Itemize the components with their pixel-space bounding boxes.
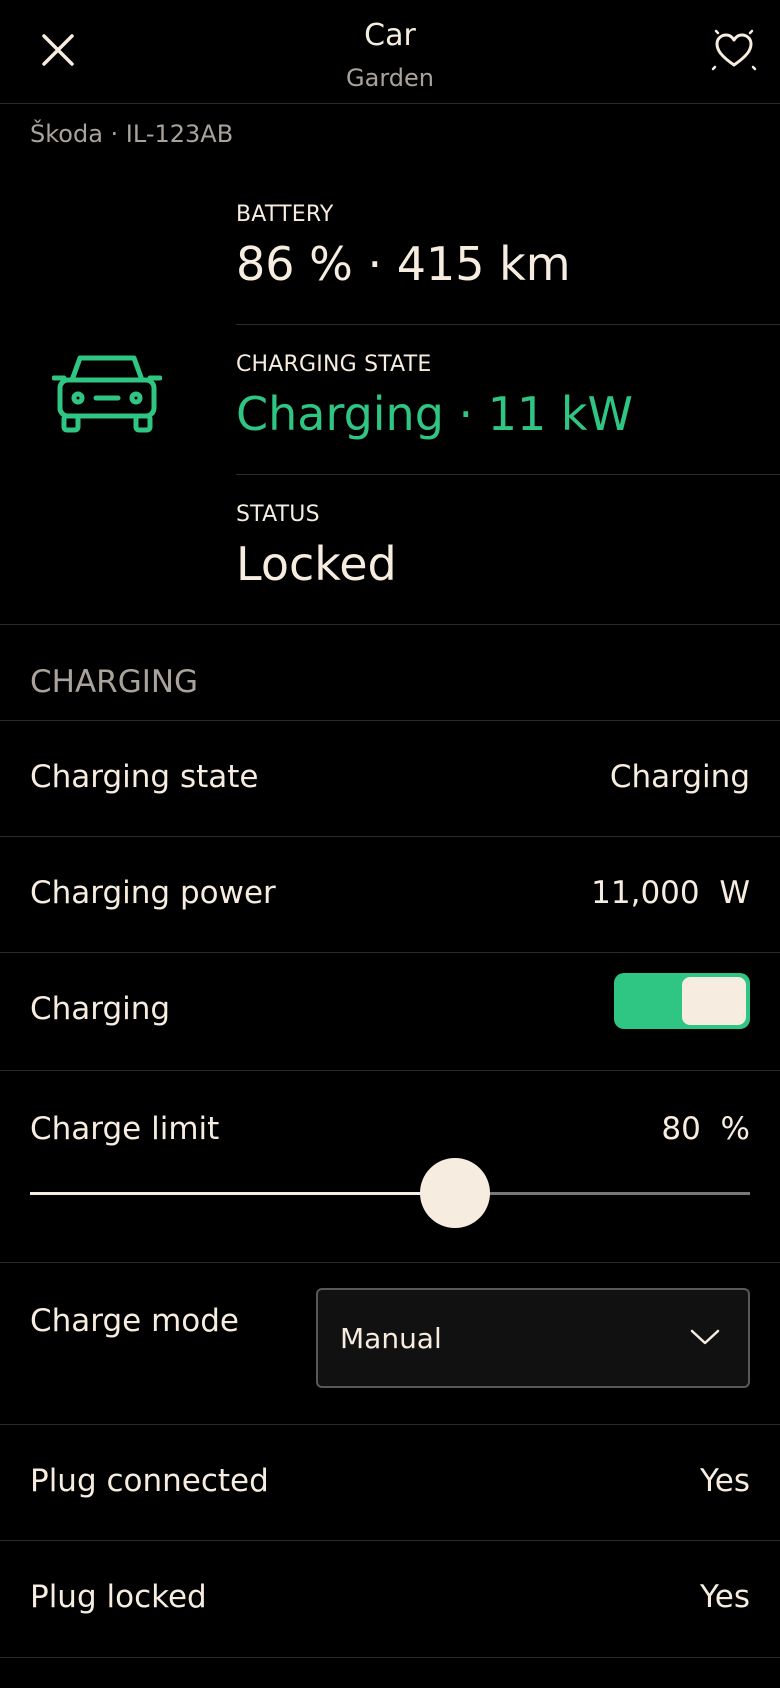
row-value: Charging: [609, 759, 750, 795]
row-value: 80 %: [661, 1111, 750, 1147]
favorite-button[interactable]: [706, 22, 762, 78]
heart-icon: [711, 29, 757, 71]
status-label: STATUS: [236, 502, 320, 527]
row-plug-connected: Plug connected Yes: [0, 1424, 780, 1540]
row-charging-state: Charging state Charging: [0, 720, 780, 836]
row-label: Charging power: [30, 875, 276, 911]
row-charge-mode: Charge mode Manual: [0, 1262, 780, 1424]
divider: [0, 624, 780, 625]
charging-state-value: Charging · 11 kW: [236, 387, 634, 441]
row-value: 11,000 W: [591, 875, 750, 911]
status-block: STATUS Locked: [236, 502, 780, 591]
row-label: Plug locked: [30, 1579, 207, 1615]
row-charge-limit: Charge limit 80 %: [0, 1070, 780, 1262]
charge-mode-select[interactable]: Manual: [316, 1288, 750, 1388]
row-label: Charging state: [30, 759, 259, 795]
row-label: Plug connected: [30, 1463, 269, 1499]
chevron-down-icon: [690, 1329, 720, 1345]
battery-block: BATTERY 86 % · 415 km: [236, 202, 780, 291]
car-icon: [52, 355, 162, 433]
battery-value: 86 % · 415 km: [236, 237, 571, 291]
row-plug-locked: Plug locked Yes: [0, 1540, 780, 1658]
divider: [236, 324, 780, 325]
toggle-knob: [682, 977, 746, 1025]
status-value: Locked: [236, 537, 397, 591]
section-title-charging: CHARGING: [30, 664, 199, 700]
row-label: Charge limit: [30, 1111, 220, 1147]
charging-state-block: CHARGING STATE Charging · 11 kW: [236, 352, 780, 441]
row-charging-toggle: Charging: [0, 952, 780, 1070]
vehicle-id: Škoda · IL-123AB: [30, 120, 234, 148]
page-subtitle: Garden: [346, 64, 434, 92]
row-charging-power: Charging power 11,000 W: [0, 836, 780, 952]
divider: [236, 474, 780, 475]
battery-label: BATTERY: [236, 202, 334, 227]
page-title: Car: [364, 18, 416, 53]
row-label: Charging: [30, 991, 171, 1027]
slider-fill: [30, 1192, 455, 1195]
row-value: Yes: [699, 1579, 750, 1615]
row-value: Yes: [699, 1463, 750, 1499]
header: Car Garden: [0, 0, 780, 104]
charging-state-label: CHARGING STATE: [236, 352, 432, 377]
row-label: Charge mode: [30, 1303, 240, 1339]
charging-toggle[interactable]: [614, 973, 750, 1029]
charge-limit-slider[interactable]: [30, 1158, 750, 1228]
select-value: Manual: [340, 1322, 442, 1355]
slider-thumb[interactable]: [419, 1158, 490, 1228]
